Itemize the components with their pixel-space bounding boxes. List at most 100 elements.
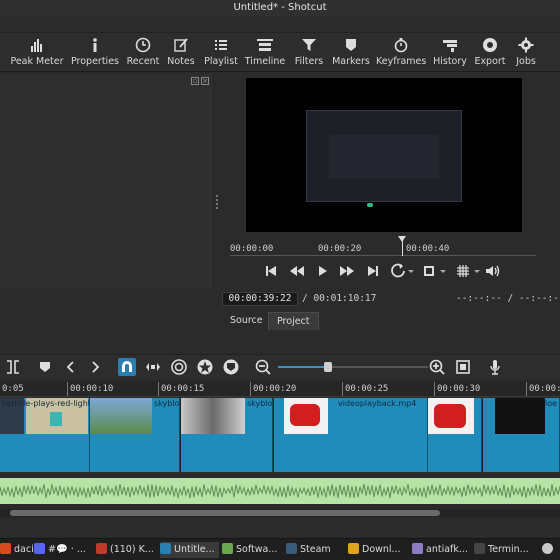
software-icon: [222, 543, 233, 554]
toolbar-recent[interactable]: Recent: [126, 37, 160, 71]
toolbar-jobs[interactable]: Jobs: [512, 37, 540, 71]
stopwatch-icon: [394, 38, 408, 53]
timeline-clip[interactable]: skybloc: [181, 398, 273, 472]
ripple-icon[interactable]: [170, 358, 188, 376]
scrollbar-handle[interactable]: [10, 510, 440, 516]
ruler-line: [230, 255, 536, 256]
video-frame: [306, 110, 462, 207]
panel-splitter[interactable]: [216, 195, 218, 211]
marker-icon[interactable]: [36, 358, 54, 376]
ripple-all-tracks-icon[interactable]: [196, 358, 214, 376]
main-toolbar: Peak Meter Properties Recent Notes Playl…: [0, 32, 560, 72]
taskbar-item[interactable]: (110) K...: [96, 542, 154, 558]
taskbar-label: #💬 · ...: [48, 544, 86, 555]
clip-thumbnail-detail: [50, 412, 62, 426]
notes-icon: [174, 38, 188, 52]
timeline-clip[interactable]: loe: [483, 398, 560, 472]
chevron-down-icon[interactable]: [434, 262, 452, 280]
toolbar-label: History: [433, 56, 467, 67]
toolbar-label: Notes: [167, 56, 195, 67]
rewind-icon[interactable]: [288, 262, 306, 280]
video-preview[interactable]: [246, 78, 522, 232]
close-icon[interactable]: ×: [201, 77, 209, 85]
toolbar-properties[interactable]: Properties: [70, 37, 120, 71]
clip-thumbnail: [495, 398, 545, 434]
taskbar-label: (110) K...: [110, 544, 154, 555]
timeline-clip[interactable]: [428, 398, 482, 472]
play-icon[interactable]: [314, 262, 332, 280]
previous-marker-icon[interactable]: [62, 358, 80, 376]
browser-icon: [96, 543, 107, 554]
next-marker-icon[interactable]: [86, 358, 104, 376]
taskbar-label: Termin...: [488, 544, 529, 555]
taskbar-item[interactable]: Downl...: [348, 542, 401, 558]
timeline-toolbar: [0, 354, 560, 378]
zoom-slider-handle[interactable]: [323, 362, 332, 372]
ripple-markers-icon[interactable]: [222, 358, 240, 376]
app-icon: [412, 543, 423, 554]
toolbar-markers[interactable]: Markers: [332, 37, 370, 71]
app-icon: [0, 543, 11, 554]
ruler-tick: [67, 382, 68, 396]
zoom-slider[interactable]: [278, 362, 428, 372]
taskbar-item[interactable]: Termin...: [474, 542, 529, 558]
toolbar-label: Peak Meter: [10, 56, 64, 67]
timeline-ruler-label: 00:00:35: [529, 384, 560, 394]
timeline-clip[interactable]: skybloc: [90, 398, 180, 472]
toolbar-peak-meter[interactable]: Peak Meter: [10, 37, 64, 71]
timeline-ruler-label: 00:00:25: [345, 384, 389, 394]
taskbar-label: Softwa...: [236, 544, 278, 555]
toolbar-history[interactable]: History: [432, 37, 468, 71]
tray-icon[interactable]: [542, 542, 556, 558]
taskbar-item[interactable]: Softwa...: [222, 542, 277, 558]
info-icon: [93, 38, 97, 52]
toolbar-filters[interactable]: Filters: [292, 37, 326, 71]
folder-icon: [348, 543, 359, 554]
skip-to-end-icon[interactable]: [364, 262, 382, 280]
window-title: Untitled* - Shotcut: [0, 0, 560, 16]
toolbar-keyframes[interactable]: Keyframes: [376, 37, 426, 71]
taskbar-label: Downl...: [362, 544, 401, 555]
chevron-down-icon[interactable]: [402, 262, 420, 280]
taskbar-item[interactable]: Untitle...: [160, 542, 219, 558]
timeline-clip[interactable]: videoplayback.mp4: [274, 398, 428, 472]
toolbar-label: Markers: [332, 56, 370, 67]
toolbar-timeline[interactable]: Timeline: [244, 37, 286, 71]
skip-to-start-icon[interactable]: [262, 262, 280, 280]
audio-waveform[interactable]: [0, 478, 560, 504]
timeline-clip[interactable]: kerlsile-plays-red-light-gr: [0, 398, 90, 472]
toolbar-export[interactable]: Export: [474, 37, 506, 71]
scrub-audio-icon[interactable]: [144, 358, 162, 376]
snap-magnet-icon[interactable]: [118, 358, 136, 376]
timeline-scrollbar[interactable]: [0, 509, 560, 517]
zoom-out-icon[interactable]: [254, 358, 272, 376]
ruler-label: 00:00:20: [318, 244, 362, 254]
taskbar-item[interactable]: antiafk...: [412, 542, 468, 558]
clip-thumbnail-detail: [290, 404, 320, 426]
fast-forward-icon[interactable]: [338, 262, 356, 280]
player-playhead[interactable]: [398, 236, 406, 256]
video-highlight: [367, 203, 373, 207]
volume-icon[interactable]: [484, 262, 502, 280]
split-icon[interactable]: [4, 358, 22, 376]
tab-project[interactable]: Project: [268, 312, 319, 330]
toolbar-notes[interactable]: Notes: [166, 37, 196, 71]
microphone-icon[interactable]: [486, 358, 504, 376]
player-ruler[interactable]: 00:00:00 00:00:20 00:00:40: [230, 236, 536, 258]
taskbar-item[interactable]: #💬 · ...: [34, 542, 86, 558]
video-content: [329, 135, 439, 179]
toolbar-label: Recent: [126, 56, 160, 67]
float-icon[interactable]: ▫: [191, 77, 199, 85]
toolbar-playlist[interactable]: Playlist: [204, 37, 238, 71]
zoom-fit-icon[interactable]: [454, 358, 472, 376]
taskbar-item[interactable]: Steam: [286, 542, 331, 558]
steam-icon: [286, 543, 297, 554]
timeline-ruler-label: 00:00:30: [437, 384, 481, 394]
timeline-ruler[interactable]: 0:05 00:00:10 00:00:15 00:00:20 00:00:25…: [0, 381, 560, 397]
tab-source[interactable]: Source: [222, 312, 271, 330]
ruler-tick: [342, 382, 343, 396]
clip-label: kerlsile-plays-red-light-gr: [2, 399, 89, 408]
taskbar-label: Untitle...: [174, 544, 215, 555]
current-time-field[interactable]: 00:00:39:22: [222, 292, 298, 306]
zoom-in-icon[interactable]: [428, 358, 446, 376]
